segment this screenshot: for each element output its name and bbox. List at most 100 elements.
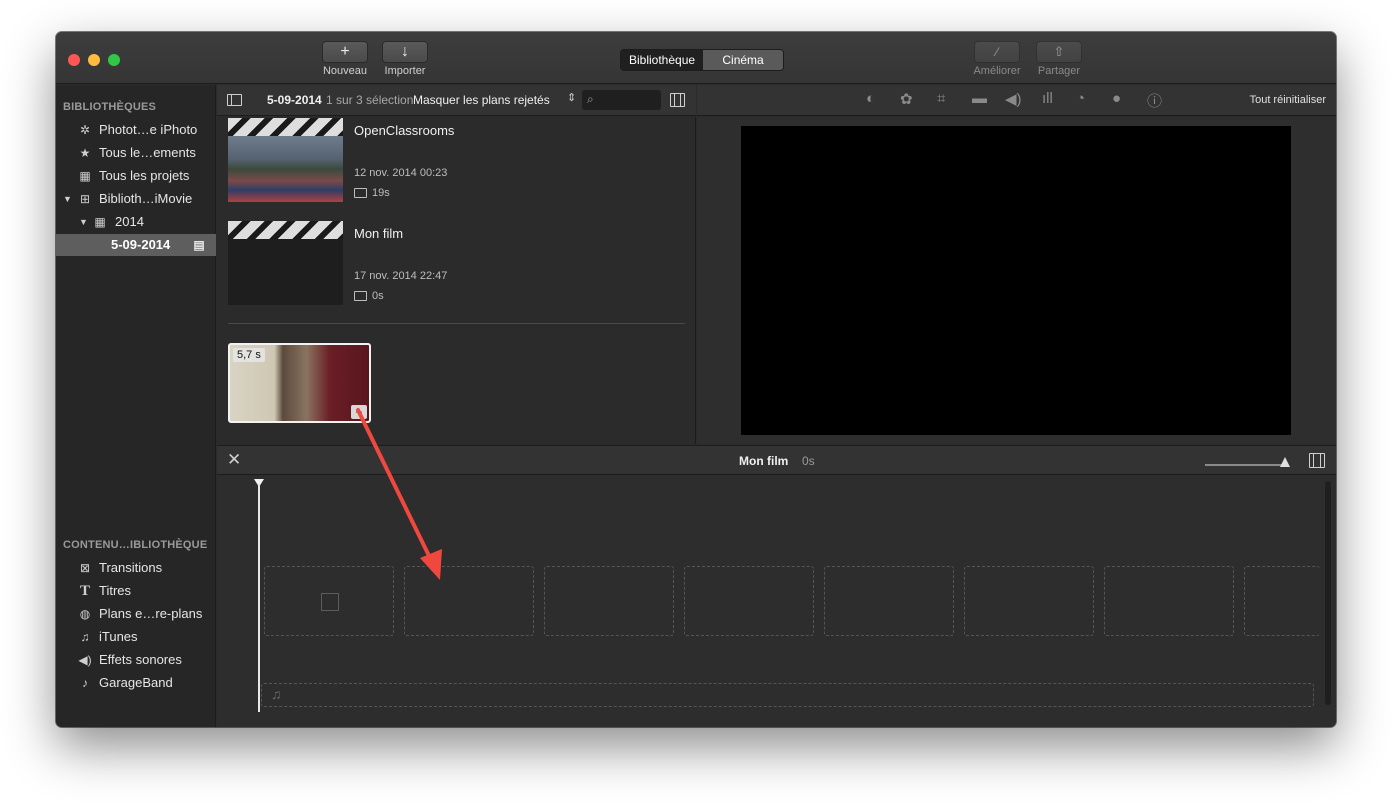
clapper-stripes (228, 118, 343, 136)
zoom-window-button[interactable] (108, 54, 120, 66)
transitions-icon: ⊠ (79, 561, 91, 575)
content-library-header: CONTENU…IBLIOTHÈQUE (63, 539, 208, 551)
close-window-button[interactable] (68, 54, 80, 66)
clapper-icon: ▤ (193, 238, 205, 252)
palm-tree-icon: ✲ (79, 123, 91, 137)
clip-thumbnail[interactable]: 5,7 s + (228, 343, 371, 423)
music-note-icon: ♫ (80, 630, 90, 644)
audio-lane[interactable]: ♫ (261, 683, 1314, 707)
zoom-slider-knob[interactable] (1280, 457, 1290, 467)
close-icon[interactable]: ✕ (227, 450, 241, 470)
sidebar-item-event[interactable]: 5-09-2014 ▤ (56, 234, 216, 256)
filmstrip-icon (354, 291, 367, 301)
project-duration: 0s (372, 290, 384, 302)
sidebar: BIBLIOTHÈQUES ✲ Photot…e iPhoto ★ Tous l… (56, 85, 216, 727)
viewer-screen[interactable] (741, 126, 1291, 435)
project-name: Mon film (739, 454, 789, 468)
filmstrip-icon[interactable] (1309, 453, 1325, 468)
browser-toolbar: 5-09-2014 1 sur 3 sélection Masquer les … (217, 85, 696, 116)
sidebar-item-all-projects[interactable]: ▦ Tous les projets (56, 165, 216, 187)
sidebar-item-transitions[interactable]: ⊠ Transitions (56, 557, 216, 579)
share-button[interactable]: ⇧ (1036, 41, 1082, 63)
thumbnail-image (228, 136, 343, 202)
viewer (697, 117, 1336, 444)
equalizer-icon[interactable]: ıll (1042, 90, 1053, 107)
titles-icon: T (79, 583, 90, 599)
divider (228, 323, 685, 324)
timeline-toolbar: ✕ Mon film 0s (217, 445, 1336, 475)
star-icon: ★ (79, 146, 91, 160)
reset-all-button[interactable]: Tout réinitialiser (1250, 94, 1326, 106)
disclosure-triangle-icon[interactable]: ▼ (79, 211, 88, 233)
clip-filter-icon[interactable]: ● (1112, 90, 1121, 107)
titlebar: + Nouveau ↓ Importer Bibliothèque Cinéma… (56, 32, 1336, 84)
search-input[interactable]: ⌕ (582, 90, 661, 110)
sidebar-item-titles[interactable]: T Titres (56, 580, 216, 602)
info-icon[interactable]: ⓘ (1147, 90, 1162, 111)
project-duration: 19s (372, 187, 390, 199)
project-date: 12 nov. 2014 00:23 (354, 167, 448, 179)
clapper-stripes (228, 221, 343, 239)
up-down-chevron-icon: ⇕ (567, 92, 577, 104)
globe-icon: ◍ (79, 607, 91, 621)
arrow-down-icon: ↓ (401, 43, 409, 60)
enhance-label: Améliorer (973, 65, 1021, 77)
theater-tab[interactable]: Cinéma (703, 50, 784, 70)
share-label: Partager (1037, 65, 1081, 77)
libraries-header: BIBLIOTHÈQUES (63, 101, 157, 113)
share-icon: ⇧ (1053, 44, 1065, 59)
calendar-icon: ▦ (94, 215, 106, 229)
empty-clip-slot (824, 566, 954, 636)
view-switcher: Bibliothèque Cinéma (620, 49, 785, 71)
add-to-project-button[interactable]: + (351, 405, 367, 419)
color-correction-icon[interactable]: ✿ (900, 90, 913, 108)
empty-clip-slot (1104, 566, 1234, 636)
color-balance-icon[interactable]: ◐ (866, 90, 875, 107)
volume-icon[interactable]: ◀) (1005, 90, 1022, 108)
grid-icon: ⊞ (79, 192, 91, 206)
project-title[interactable]: OpenClassrooms (354, 123, 454, 138)
project-thumbnail[interactable] (228, 221, 343, 305)
import-button[interactable]: ↓ (382, 41, 428, 63)
sidebar-item-garageband[interactable]: ♪ GarageBand (56, 672, 216, 694)
empty-clip-slot (544, 566, 674, 636)
playhead-line (258, 483, 260, 712)
empty-clip-slot (964, 566, 1094, 636)
sidebar-item-itunes[interactable]: ♫ iTunes (56, 626, 216, 648)
sidebar-item-2014[interactable]: ▼ ▦ 2014 (56, 211, 216, 233)
stabilization-icon[interactable]: ▬ (972, 90, 987, 107)
event-name: 5-09-2014 (267, 93, 322, 107)
sidebar-item-backgrounds[interactable]: ◍ Plans e…re-plans (56, 603, 216, 625)
project-title[interactable]: Mon film (354, 226, 403, 241)
zoom-slider[interactable] (1205, 457, 1290, 467)
sidebar-item-imovie-library[interactable]: ▼ ⊞ Biblioth…iMovie (56, 188, 216, 210)
filter-select[interactable]: Masquer les plans rejetés (413, 93, 550, 107)
search-icon: ⌕ (587, 92, 594, 106)
clip-duration-badge: 5,7 s (233, 348, 265, 362)
sidebar-item-all-events[interactable]: ★ Tous le…ements (56, 142, 216, 164)
sidebar-item-iphoto[interactable]: ✲ Photot…e iPhoto (56, 119, 216, 141)
filmstrip-icon[interactable] (670, 93, 685, 107)
speaker-icon: ◀) (78, 653, 92, 667)
selection-info: 1 sur 3 sélection (326, 93, 414, 107)
disclosure-triangle-icon[interactable]: ▼ (63, 188, 72, 210)
import-label: Importer (384, 65, 426, 77)
speed-icon[interactable]: ◔ (1076, 90, 1085, 107)
music-note-icon: ♫ (271, 686, 282, 702)
scrollbar[interactable] (1325, 481, 1331, 705)
clapper-icon: ▦ (79, 169, 91, 183)
toggle-sidebar-icon[interactable] (227, 94, 242, 106)
project-duration: 0s (802, 454, 815, 468)
library-tab[interactable]: Bibliothèque (621, 50, 704, 70)
new-button[interactable]: + (322, 41, 368, 63)
timeline[interactable]: ♫ (217, 475, 1336, 727)
guitar-icon: ♪ (82, 676, 88, 690)
enhance-button[interactable]: ⁄ (974, 41, 1020, 63)
empty-clip-slot (404, 566, 534, 636)
minimize-window-button[interactable] (88, 54, 100, 66)
crop-icon[interactable]: ⌗ (937, 90, 945, 107)
project-thumbnail[interactable] (228, 118, 343, 202)
project-date: 17 nov. 2014 22:47 (354, 270, 448, 282)
empty-clip-slot (684, 566, 814, 636)
sidebar-item-sound-effects[interactable]: ◀) Effets sonores (56, 649, 216, 671)
